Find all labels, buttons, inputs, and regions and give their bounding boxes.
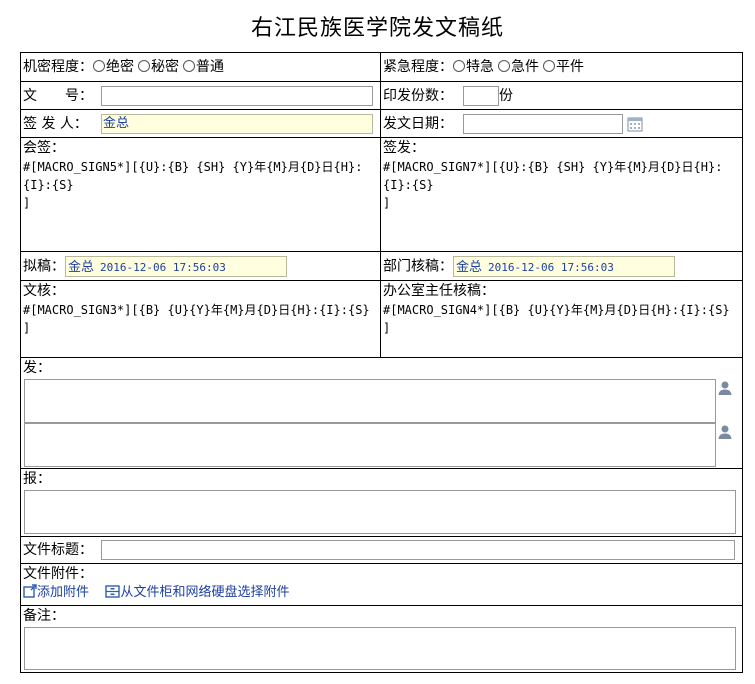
secrecy-radio-normal[interactable]: 普通 <box>179 59 224 75</box>
urgency-radio-extra-urgent[interactable]: 特急 <box>453 59 494 75</box>
text-review-macro: #[MACRO_SIGN3*][{B} {U}{Y}年{M}月{D}日{H}:{… <box>23 303 370 335</box>
urgency-radio-urgent[interactable]: 急件 <box>494 59 539 75</box>
doc-title-input[interactable] <box>101 540 735 560</box>
sign-issue-label: 签发： <box>383 140 425 156</box>
countersign-cell: 会签： #[MACRO_SIGN5*][{U}:{B} {SH} {Y}年{M}… <box>20 137 381 252</box>
secrecy-radio-secret[interactable]: 秘密 <box>134 59 179 75</box>
draft-label: 拟稿： <box>23 258 65 274</box>
page-title: 右江民族医学院发文稿纸 <box>250 16 504 41</box>
doc-number-label: 文 号： <box>23 87 93 104</box>
send-label: 发： <box>23 360 51 376</box>
draft-signature: 金总 2016-12-06 17:56:03 <box>65 255 287 277</box>
signer-input[interactable]: 金总 <box>101 113 373 134</box>
issue-date-label: 发文日期： <box>383 115 453 132</box>
calendar-icon[interactable] <box>627 116 643 132</box>
countersign-macro: #[MACRO_SIGN5*][{U}:{B} {SH} {Y}年{M}月{D}… <box>23 160 363 210</box>
remarks-textarea[interactable] <box>24 627 736 670</box>
send-main-textarea[interactable] <box>24 379 716 423</box>
report-cell: 报： <box>20 468 743 537</box>
urgency-cell: 紧急程度： 特急 急件 平件 <box>380 52 743 82</box>
remarks-label: 备注： <box>23 608 65 624</box>
file-cabinet-icon <box>105 585 121 598</box>
report-textarea[interactable] <box>24 490 736 534</box>
add-attachment-link[interactable]: 添加附件 <box>23 584 93 600</box>
urgency-radio-normal[interactable]: 平件 <box>539 59 584 75</box>
urgency-label: 紧急程度： <box>383 59 453 75</box>
add-attachment-icon <box>23 584 37 598</box>
select-attachment-link[interactable]: 从文件柜和网络硬盘选择附件 <box>105 584 289 600</box>
send-copy-textarea[interactable] <box>24 423 716 467</box>
countersign-label: 会签： <box>23 140 65 156</box>
dept-review-label: 部门核稿： <box>383 258 453 274</box>
sign-issue-macro: #[MACRO_SIGN7*][{U}:{B} {SH} {Y}年{M}月{D}… <box>383 160 723 210</box>
secrecy-label: 机密程度： <box>23 59 93 75</box>
user-select-icon[interactable] <box>717 380 733 396</box>
copies-unit: 份 <box>499 87 513 104</box>
office-review-macro: #[MACRO_SIGN4*][{B} {U}{Y}年{M}月{D}日{H}:{… <box>383 303 730 335</box>
dept-review-signature: 金总 2016-12-06 17:56:03 <box>453 255 675 277</box>
office-review-label: 办公室主任核稿： <box>383 283 495 299</box>
issue-date-input[interactable] <box>463 113 623 134</box>
form-table: 机密程度： 绝密 秘密 普通 紧急程度： 特急 急件 平件 文 号： 印发份数： 份 签 发 … <box>20 52 743 673</box>
secrecy-cell: 机密程度： 绝密 秘密 普通 <box>20 52 381 82</box>
text-review-cell: 文核： #[MACRO_SIGN3*][{B} {U}{Y}年{M}月{D}日{… <box>20 280 381 358</box>
copies-input[interactable] <box>463 85 499 106</box>
office-review-cell: 办公室主任核稿： #[MACRO_SIGN4*][{B} {U}{Y}年{M}月… <box>380 280 743 358</box>
doc-number-input[interactable] <box>101 85 373 106</box>
attachments-cell: 文件附件： 添加附件 从文件柜和网络硬盘选择附件 <box>20 563 743 606</box>
attachments-label: 文件附件： <box>23 566 93 582</box>
secrecy-radio-top-secret[interactable]: 绝密 <box>93 59 134 75</box>
signer-label: 签 发 人： <box>23 115 88 132</box>
text-review-label: 文核： <box>23 283 65 299</box>
copies-label: 印发份数： <box>383 87 453 104</box>
report-label: 报： <box>23 471 51 487</box>
send-cell: 发： <box>20 357 743 469</box>
sign-issue-cell: 签发： #[MACRO_SIGN7*][{U}:{B} {SH} {Y}年{M}… <box>380 137 743 252</box>
remarks-cell: 备注： <box>20 605 743 673</box>
user-select-icon[interactable] <box>717 424 733 440</box>
doc-title-label: 文件标题： <box>23 542 93 558</box>
